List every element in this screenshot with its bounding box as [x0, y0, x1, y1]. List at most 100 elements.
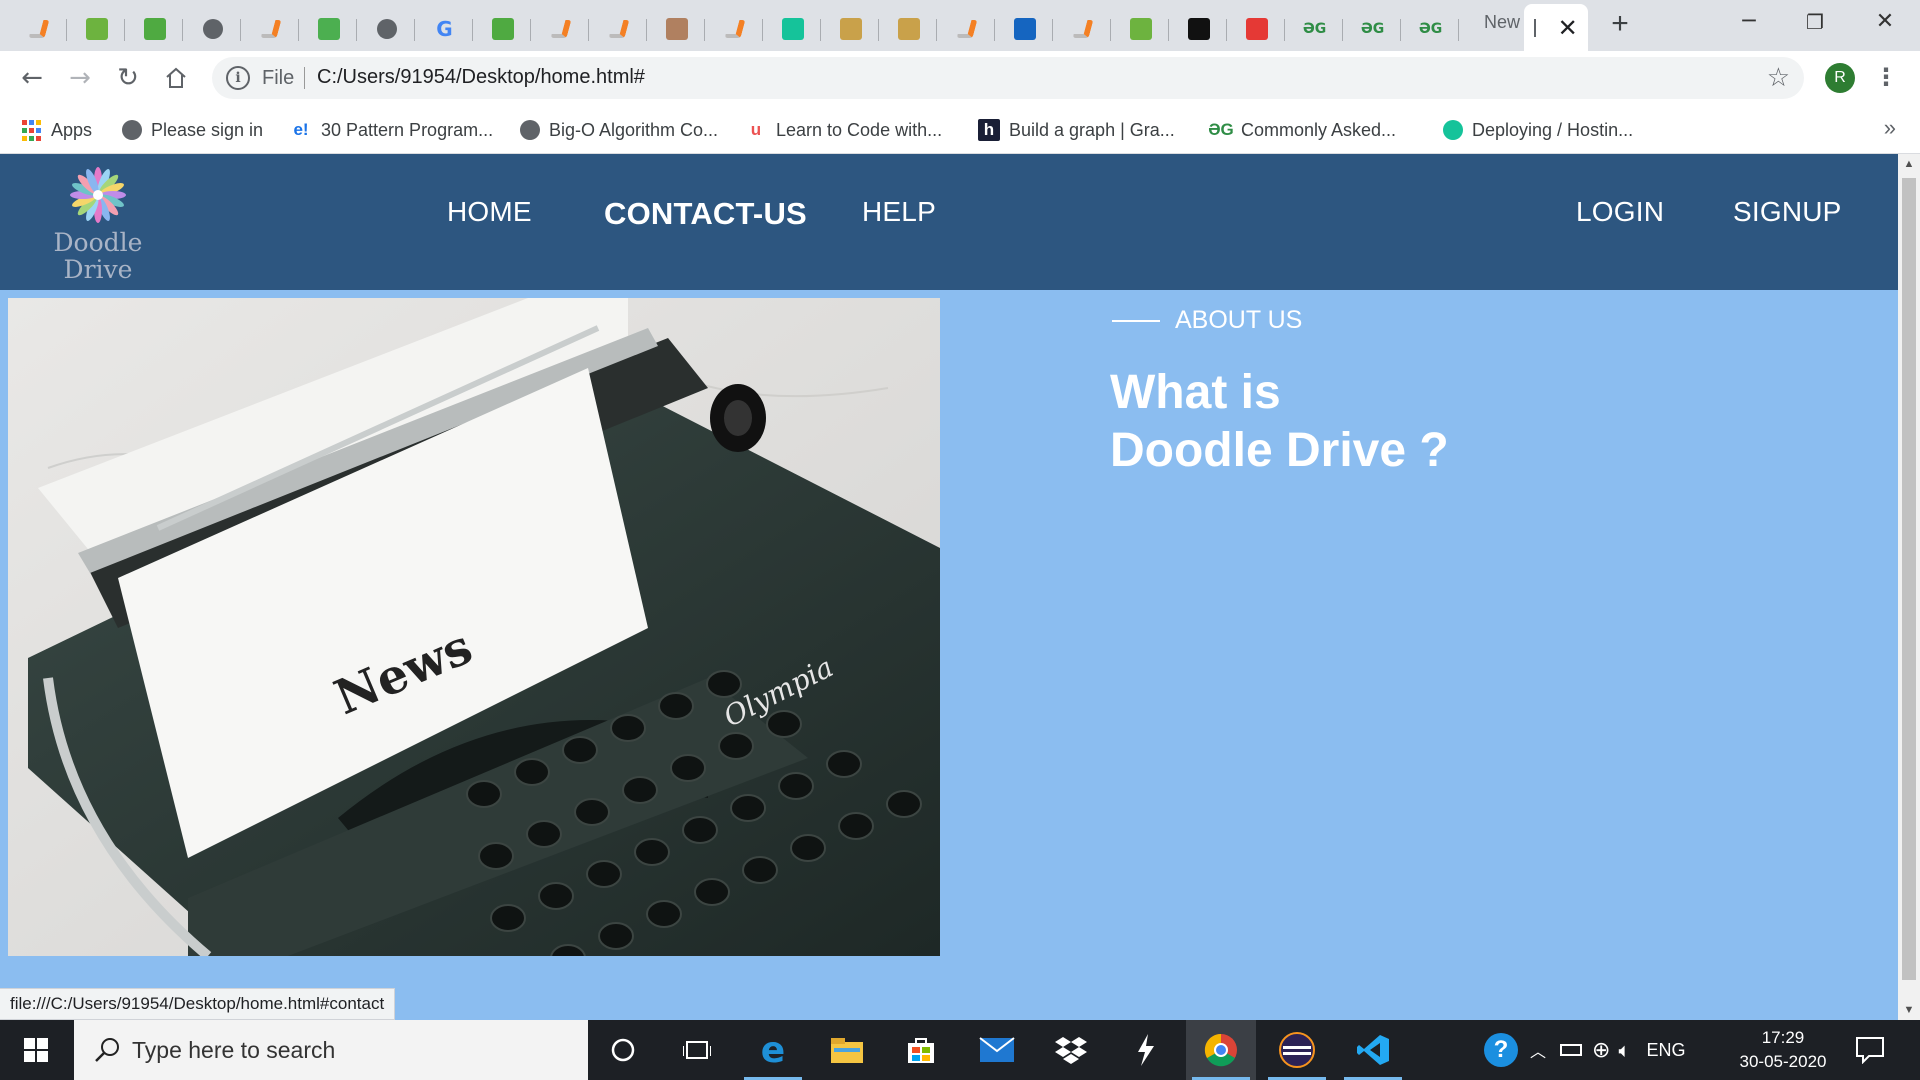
dropbox-button[interactable] [1036, 1020, 1106, 1080]
nav-login-link[interactable]: LOGIN [1576, 196, 1664, 228]
new-tab-button[interactable]: + [1605, 9, 1635, 40]
tab-new-label[interactable]: New [1484, 12, 1520, 33]
bookmark-item[interactable]: Please sign in [122, 117, 263, 143]
browser-tab[interactable] [300, 6, 357, 51]
mongodb-leaf-icon [491, 17, 514, 40]
browser-tab[interactable] [938, 6, 995, 51]
scroll-down-icon[interactable]: ▼ [1898, 1000, 1920, 1020]
typewriter-key [778, 772, 814, 800]
typewriter-key [466, 780, 502, 808]
tab-separator [1168, 19, 1169, 41]
help-question-icon[interactable]: ? [1484, 1033, 1518, 1067]
bookmark-star-icon[interactable]: ☆ [1767, 63, 1790, 93]
spring-icon [85, 17, 108, 40]
browser-tab[interactable]: ƏG [1286, 6, 1343, 51]
language-indicator[interactable]: ENG [1646, 1040, 1685, 1061]
reload-button[interactable]: ↻ [110, 60, 146, 96]
browser-tab[interactable] [532, 6, 589, 51]
browser-tab[interactable] [996, 6, 1053, 51]
back-button[interactable]: ← [14, 60, 50, 96]
battery-icon[interactable] [1560, 1044, 1583, 1056]
browser-tab[interactable]: G [416, 6, 473, 51]
bookmark-item[interactable]: Big-O Algorithm Co... [520, 117, 718, 143]
task-view-button[interactable] [662, 1020, 732, 1080]
browser-tab[interactable] [10, 6, 67, 51]
browser-tab[interactable]: ƏG [1402, 6, 1459, 51]
active-tab[interactable]: ✕ [1524, 4, 1588, 51]
bookmark-item[interactable]: ƏG Commonly Asked... [1208, 117, 1396, 143]
nav-contact-link[interactable]: CONTACT-US [604, 196, 807, 232]
bookmark-item[interactable]: Deploying / Hostin... [1443, 117, 1633, 143]
browser-tab[interactable] [358, 6, 415, 51]
eclipse-taskbar-button[interactable] [1262, 1020, 1332, 1080]
browser-tab[interactable] [706, 6, 763, 51]
forward-button[interactable]: → [62, 60, 98, 96]
url-text[interactable]: C:/Users/91954/Desktop/home.html# [317, 66, 645, 89]
home-button[interactable] [158, 60, 194, 96]
scroll-up-icon[interactable]: ▲ [1898, 154, 1920, 174]
nav-signup-link[interactable]: SIGNUP [1733, 196, 1842, 228]
browser-tab[interactable] [764, 6, 821, 51]
vscode-taskbar-button[interactable] [1338, 1020, 1408, 1080]
nav-help-link[interactable]: HELP [862, 196, 936, 228]
file-explorer-button[interactable] [812, 1020, 882, 1080]
browser-tab[interactable] [822, 6, 879, 51]
mail-button[interactable] [962, 1020, 1032, 1080]
browser-tab[interactable] [1112, 6, 1169, 51]
browser-tab[interactable] [880, 6, 937, 51]
tab-separator [356, 19, 357, 41]
hackerrank-icon [1187, 17, 1210, 40]
close-tab-icon[interactable]: ✕ [1558, 14, 1578, 42]
browser-tab[interactable] [648, 6, 705, 51]
system-clock[interactable]: 17:29 30-05-2020 [1728, 1026, 1838, 1074]
edge-taskbar-button[interactable]: e [738, 1020, 808, 1080]
cortana-button[interactable] [588, 1020, 658, 1080]
divider [304, 67, 305, 89]
browser-tab[interactable] [474, 6, 531, 51]
info-icon[interactable]: i [226, 66, 250, 90]
site-logo[interactable]: Doodle Drive [48, 166, 148, 283]
store-button[interactable] [886, 1020, 956, 1080]
chrome-taskbar-button[interactable] [1186, 1020, 1256, 1080]
avatar-icon [665, 17, 688, 40]
nav-home-link[interactable]: HOME [447, 196, 532, 228]
start-button[interactable] [0, 1020, 72, 1080]
browser-tab[interactable] [126, 6, 183, 51]
scroll-thumb[interactable] [1902, 178, 1916, 980]
browser-tab[interactable] [1170, 6, 1227, 51]
restore-button[interactable]: ❐ [1790, 8, 1840, 38]
menu-kebab-icon[interactable]: ⋮ [1874, 63, 1898, 91]
volume-icon[interactable]: 🔈︎ [1618, 1038, 1630, 1062]
sublime-button[interactable] [1110, 1020, 1180, 1080]
tab-separator [240, 19, 241, 41]
system-tray: ? ︿ ⊕ 🔈︎ ENG [1484, 1020, 1685, 1080]
action-center-button[interactable] [1855, 1034, 1889, 1066]
tray-chevron-up-icon[interactable]: ︿ [1530, 1038, 1546, 1062]
grammarly-icon [1443, 120, 1463, 140]
browser-tab[interactable]: ƏG [1344, 6, 1401, 51]
bookmark-item[interactable]: u Learn to Code with... [745, 117, 942, 143]
browser-tab[interactable] [1054, 6, 1111, 51]
bookmark-item[interactable]: h Build a graph | Gra... [978, 117, 1175, 143]
blank-page-icon [1534, 18, 1537, 37]
profile-avatar[interactable]: R [1825, 63, 1855, 93]
bookmarks-overflow-icon[interactable]: » [1884, 115, 1896, 141]
site-navbar: Doodle Drive HOME CONTACT-US HELP LOGIN … [0, 154, 1898, 290]
address-bar[interactable]: i File C:/Users/91954/Desktop/home.html#… [212, 57, 1804, 99]
browser-tab[interactable] [184, 6, 241, 51]
browser-tab[interactable] [242, 6, 299, 51]
minimize-button[interactable]: ─ [1724, 8, 1774, 38]
taskbar-search-box[interactable]: Type here to search [74, 1020, 588, 1080]
lightning-icon [1138, 1034, 1154, 1066]
browser-tab[interactable] [68, 6, 125, 51]
bookmark-item[interactable]: e! 30 Pattern Program... [290, 117, 493, 143]
tab-separator [1226, 19, 1227, 41]
bookmark-item[interactable]: Apps [20, 117, 92, 143]
network-globe-icon[interactable]: ⊕ [1592, 1038, 1610, 1063]
browser-tab[interactable] [590, 6, 647, 51]
close-window-button[interactable]: ✕ [1860, 8, 1910, 38]
globe-icon [202, 18, 223, 39]
page-scrollbar[interactable]: ▲ ▼ [1898, 154, 1920, 1020]
avatar-icon [839, 17, 862, 40]
browser-tab[interactable] [1228, 6, 1285, 51]
